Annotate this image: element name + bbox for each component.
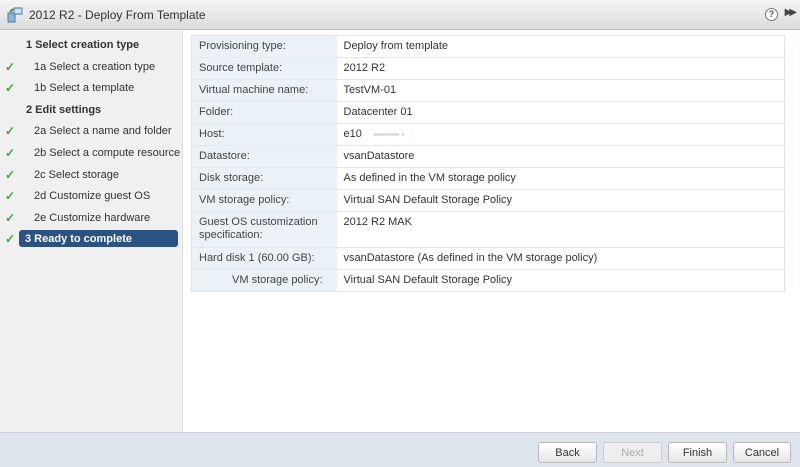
check-icon: ✓ bbox=[5, 232, 16, 247]
step-label: 1a Select a creation type bbox=[34, 60, 156, 73]
summary-value: e10 ▪▪▪▪▪▪▪▪▪ ▪ : bbox=[336, 123, 785, 146]
value-text: As defined in the VM storage policy bbox=[343, 172, 516, 184]
summary-value: 2012 R2 bbox=[336, 57, 785, 80]
summary-table: Provisioning type: Deploy from template So… bbox=[191, 35, 785, 292]
summary-key: Datastore: bbox=[191, 145, 337, 168]
deploy-template-icon bbox=[7, 7, 23, 23]
summary-row: Host: e10 ▪▪▪▪▪▪▪▪▪ ▪ : bbox=[191, 123, 785, 146]
summary-key: Provisioning type: bbox=[191, 35, 337, 58]
value-text: Deploy from template bbox=[343, 40, 449, 52]
finish-button[interactable]: Finish bbox=[668, 442, 727, 463]
step-label: 2e Customize hardware bbox=[34, 211, 151, 224]
summary-row: Datastore: vsanDatastore bbox=[191, 145, 785, 168]
wizard-step[interactable]: ✓ 2c Select storage bbox=[0, 166, 183, 184]
summary-row: Virtual machine name: TestVM-01 bbox=[191, 79, 785, 102]
value-text: Virtual SAN Default Storage Policy bbox=[343, 274, 513, 286]
summary-value: Datacenter 01 bbox=[336, 101, 785, 124]
check-icon: ✓ bbox=[5, 124, 16, 139]
step-label: 1 Select creation type bbox=[26, 39, 140, 51]
step-label: 1b Select a template bbox=[34, 82, 135, 95]
wizard-step: 1 Select creation type bbox=[0, 36, 183, 54]
summary-key: Virtual machine name: bbox=[191, 79, 337, 102]
summary-value: Virtual SAN Default Storage Policy bbox=[336, 269, 785, 292]
value-text: 2012 R2 bbox=[343, 62, 386, 74]
help-icon[interactable]: ? bbox=[765, 8, 778, 21]
value-text: e10 bbox=[343, 128, 362, 140]
summary-value: TestVM-01 bbox=[336, 79, 785, 102]
summary-row: Guest OS customization specification: 201… bbox=[191, 211, 785, 248]
wizard-step[interactable]: ✓ 2d Customize guest OS bbox=[0, 187, 183, 205]
summary-key: Source template: bbox=[191, 57, 337, 80]
value-text: TestVM-01 bbox=[343, 84, 397, 96]
step-label: 2 Edit settings bbox=[26, 103, 102, 116]
check-icon: ✓ bbox=[5, 189, 16, 204]
summary-value: vsanDatastore (As defined in the VM stor… bbox=[336, 247, 785, 270]
step-label: 2b Select a compute resource bbox=[34, 147, 181, 159]
summary-key: Host: bbox=[191, 123, 337, 146]
check-icon: ✓ bbox=[5, 59, 16, 74]
check-icon: ✓ bbox=[5, 210, 16, 225]
summary-value: Deploy from template bbox=[336, 35, 785, 58]
summary-value: As defined in the VM storage policy bbox=[336, 167, 785, 190]
summary-row: Provisioning type: Deploy from template bbox=[191, 35, 785, 58]
summary-row: VM storage policy: Virtual SAN Default St… bbox=[191, 189, 785, 212]
value-text: Datacenter 01 bbox=[343, 106, 413, 118]
next-button[interactable]: Next bbox=[603, 442, 662, 463]
summary-key: Disk storage: bbox=[191, 167, 337, 190]
summary-row: Folder: Datacenter 01 bbox=[191, 101, 785, 124]
title-bar: 2012 R2 - Deploy From Template ? ▶▶ bbox=[0, 0, 800, 30]
check-icon: ✓ bbox=[5, 167, 16, 182]
footer: Back Next Finish Cancel bbox=[0, 432, 800, 467]
value-text: vsanDatastore (As defined in the VM stor… bbox=[343, 252, 598, 264]
summary-value: vsanDatastore bbox=[336, 145, 785, 168]
step-label: 2c Select storage bbox=[34, 168, 119, 181]
step-label: 2a Select a name and folder bbox=[34, 125, 172, 138]
wizard-step[interactable]: ✓ 1a Select a creation type bbox=[0, 58, 183, 76]
wizard-step[interactable]: ✓ 2e Customize hardware bbox=[0, 209, 183, 227]
wizard-step[interactable]: ✓ 1b Select a template bbox=[0, 79, 183, 97]
check-icon: ✓ bbox=[5, 146, 16, 160]
wizard-steps: 1 Select creation type ✓ 1a Select a creat… bbox=[0, 31, 183, 432]
summary-value: Virtual SAN Default Storage Policy bbox=[336, 189, 785, 212]
summary-row: Source template: 2012 R2 bbox=[191, 57, 785, 80]
wizard-step[interactable]: ✓ 2a Select a name and folder bbox=[0, 122, 183, 140]
value-text: vsanDatastore bbox=[343, 150, 415, 162]
summary-key: VM storage policy: bbox=[191, 269, 337, 292]
window-title: 2012 R2 - Deploy From Template bbox=[29, 7, 206, 22]
step-label: 2d Customize guest OS bbox=[34, 190, 151, 203]
summary-key: Hard disk 1 (60.00 GB): bbox=[191, 247, 337, 270]
value-text: Virtual SAN Default Storage Policy bbox=[343, 194, 513, 206]
summary-row: Disk storage: As defined in the VM storag… bbox=[191, 167, 785, 190]
summary-row: Hard disk 1 (60.00 GB): vsanDatastore (As… bbox=[191, 247, 785, 270]
wizard-step: 2 Edit settings bbox=[0, 101, 183, 119]
wizard-step[interactable]: ✓ 2b Select a compute resource bbox=[0, 144, 183, 162]
step-label: 3 Ready to complete bbox=[25, 233, 132, 246]
check-icon: ✓ bbox=[5, 81, 16, 96]
summary-row: VM storage policy: Virtual SAN Default St… bbox=[191, 269, 785, 292]
summary-key: Guest OS customization specification: bbox=[191, 211, 337, 248]
summary-key: VM storage policy: bbox=[191, 189, 337, 212]
redacted-text: ▪▪▪▪▪▪▪▪▪ ▪ : bbox=[373, 130, 414, 139]
value-text: 2012 R2 MAK bbox=[343, 216, 412, 228]
summary-key: Folder: bbox=[191, 101, 337, 124]
wizard-step[interactable]: ✓ 3 Ready to complete bbox=[0, 230, 183, 248]
expand-icon[interactable]: ▶▶ bbox=[785, 7, 798, 18]
cancel-button[interactable]: Cancel bbox=[733, 442, 791, 463]
summary-value: 2012 R2 MAK bbox=[336, 211, 785, 248]
back-button[interactable]: Back bbox=[538, 442, 597, 463]
